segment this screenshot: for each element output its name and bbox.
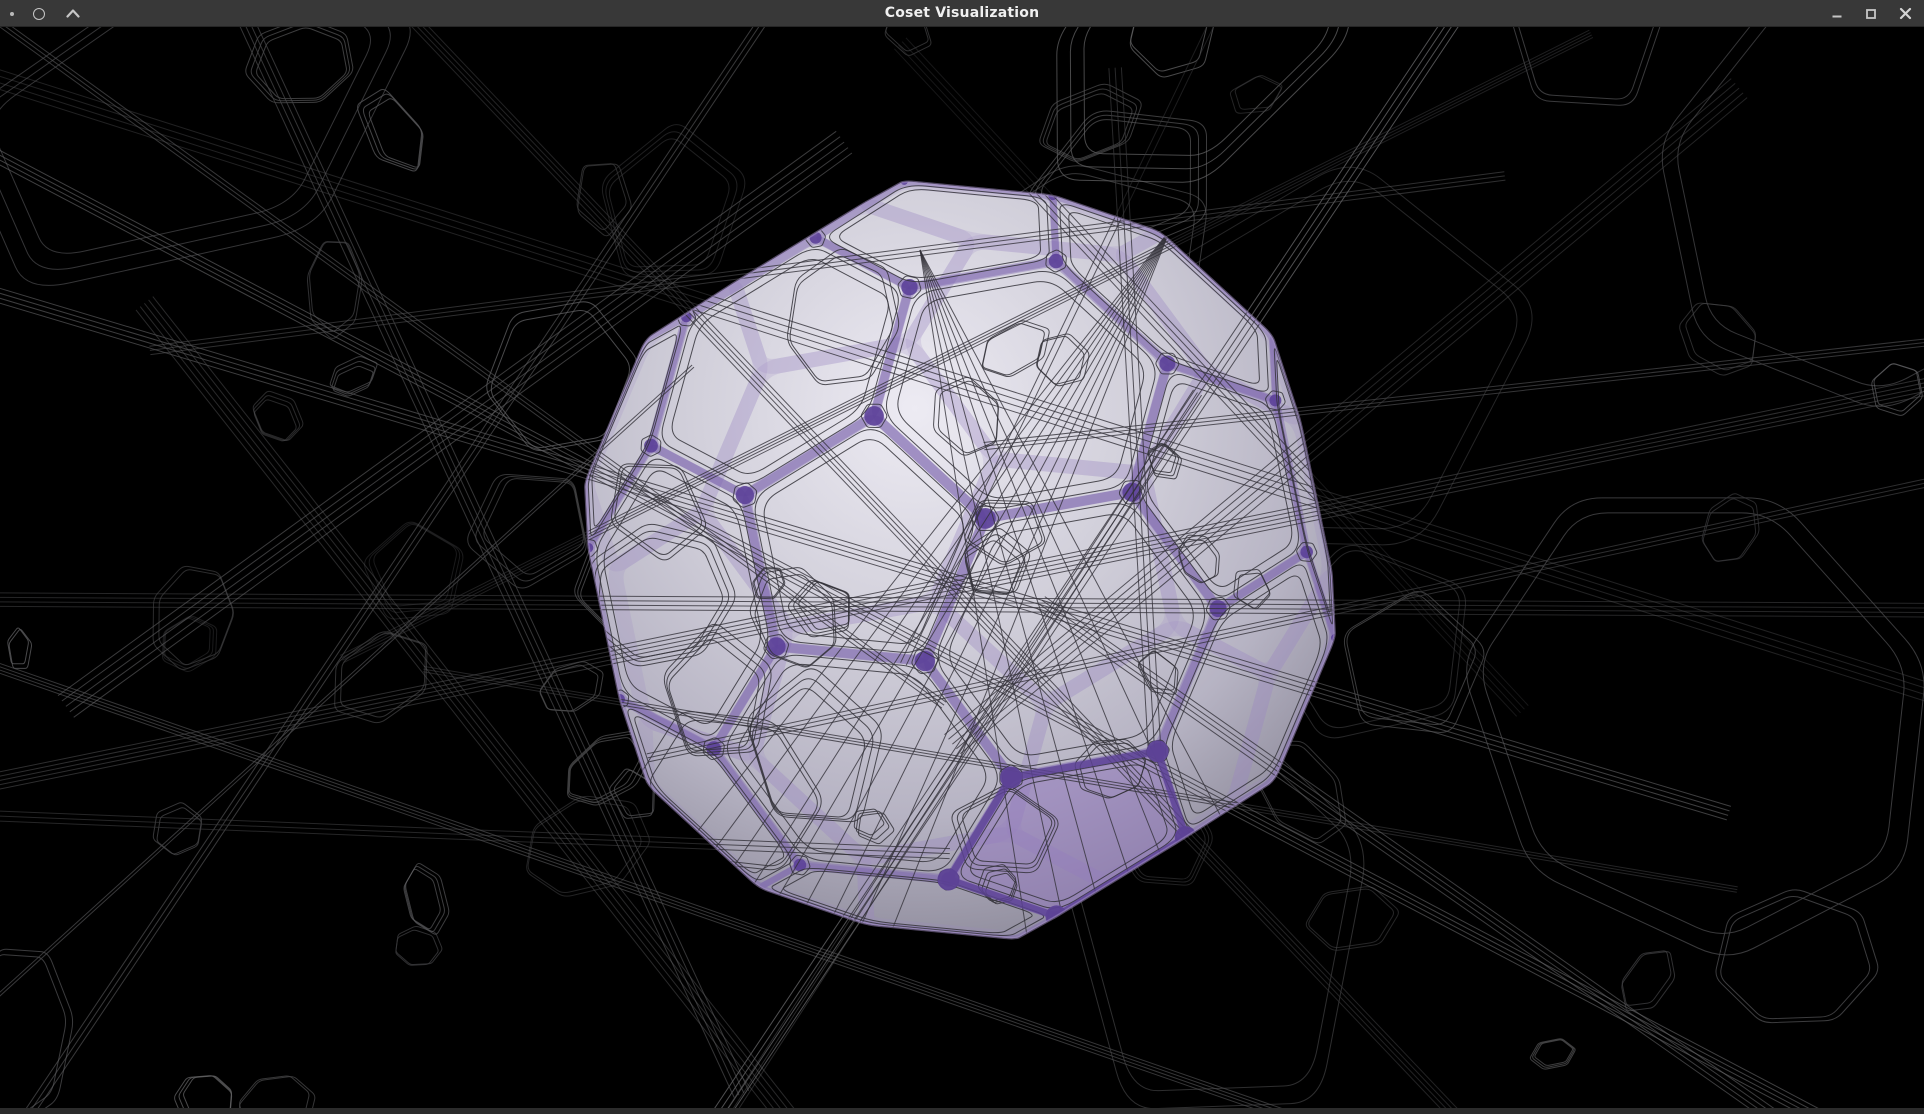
dot-indicator-icon xyxy=(10,12,14,16)
minimize-icon xyxy=(1831,8,1843,20)
chevron-up-button[interactable] xyxy=(62,3,84,25)
app-window: Coset Visualization xyxy=(0,0,1924,1114)
maximize-button[interactable] xyxy=(1858,2,1884,26)
maximize-icon xyxy=(1865,8,1877,20)
close-button[interactable] xyxy=(1892,2,1918,26)
chevron-up-icon xyxy=(66,9,80,18)
window-title: Coset Visualization xyxy=(0,5,1924,21)
viewport xyxy=(0,27,1924,1108)
titlebar-left-icons xyxy=(10,0,84,27)
circle-button[interactable] xyxy=(28,3,50,25)
circle-icon xyxy=(33,8,45,20)
close-icon xyxy=(1899,7,1912,20)
visualization-canvas[interactable] xyxy=(0,27,1924,1108)
window-frame-strip xyxy=(0,1108,1924,1114)
minimize-button[interactable] xyxy=(1824,2,1850,26)
window-controls xyxy=(1824,0,1918,27)
window-titlebar: Coset Visualization xyxy=(0,0,1924,27)
